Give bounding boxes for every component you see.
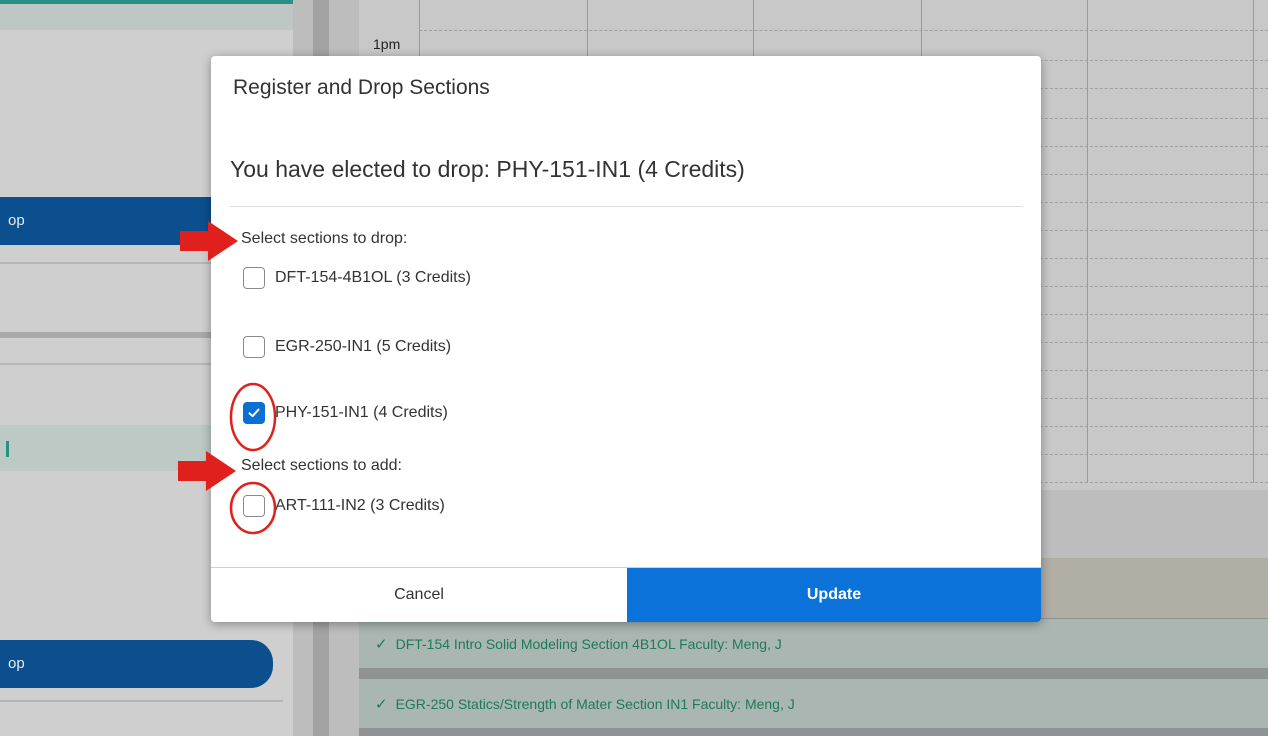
course-row-label: DFT-154 Intro Solid Modeling Section 4B1… xyxy=(395,636,782,652)
register-drop-modal: Register and Drop Sections You have elec… xyxy=(211,56,1041,622)
check-icon: ✓ xyxy=(375,696,388,713)
course-row-label: EGR-250 Statics/Strength of Mater Sectio… xyxy=(395,696,795,712)
divider xyxy=(0,700,283,702)
course-row[interactable]: ✓ DFT-154 Intro Solid Modeling Section 4B… xyxy=(359,618,1268,668)
add-option-label: ART-111-IN2 (3 Credits) xyxy=(275,497,445,514)
check-icon: ✓ xyxy=(375,636,388,653)
red-arrow-icon xyxy=(180,221,238,261)
update-button[interactable]: Update xyxy=(627,568,1041,622)
grid-line xyxy=(419,30,1268,32)
drop-section-label: Select sections to drop: xyxy=(241,230,408,247)
drop-option-label: PHY-151-IN1 (4 Credits) xyxy=(275,404,448,421)
drop-option-dft-154[interactable]: DFT-154-4B1OL (3 Credits) xyxy=(243,266,471,290)
cancel-button[interactable]: Cancel xyxy=(211,568,627,622)
drop-option-egr-250[interactable]: EGR-250-IN1 (5 Credits) xyxy=(243,335,451,359)
drop-confirmation-message: You have elected to drop: PHY-151-IN1 (4… xyxy=(230,156,745,182)
course-row[interactable]: ✓ EGR-250 Statics/Strength of Mater Secti… xyxy=(359,678,1268,728)
red-circle-annotation xyxy=(229,382,277,452)
grid-line xyxy=(1253,0,1254,483)
drop-option-label: EGR-250-IN1 (5 Credits) xyxy=(275,338,452,355)
calendar-time-label: 1pm xyxy=(373,36,401,52)
add-section-label: Select sections to add: xyxy=(241,457,402,474)
left-panel-blue-button-2[interactable]: op xyxy=(0,640,273,688)
modal-footer: Cancel Update xyxy=(211,567,1041,622)
drop-checkbox-egr-250[interactable] xyxy=(243,336,265,358)
drop-checkbox-dft-154[interactable] xyxy=(243,267,265,289)
left-panel-header xyxy=(0,0,293,30)
red-circle-annotation xyxy=(229,481,277,535)
drop-option-label: DFT-154-4B1OL (3 Credits) xyxy=(275,269,471,286)
teal-marker xyxy=(6,441,9,457)
grid-line xyxy=(1087,0,1088,483)
modal-divider xyxy=(230,206,1023,207)
modal-title: Register and Drop Sections xyxy=(233,76,490,99)
